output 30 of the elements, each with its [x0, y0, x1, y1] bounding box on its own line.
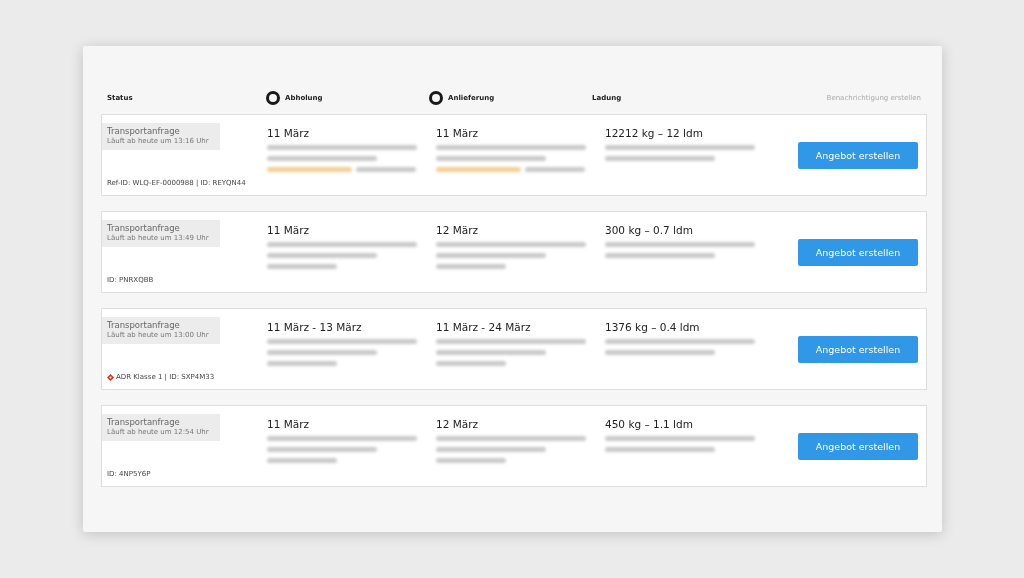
cargo-summary: 450 kg – 1.1 ldm — [605, 418, 694, 430]
date-text: 11 März — [267, 127, 311, 139]
offer-button[interactable]: Angebot erstellen — [798, 432, 918, 460]
redacted-text — [436, 458, 506, 463]
offer-button[interactable]: Angebot erstellen — [798, 335, 918, 363]
date-text: 11 März — [436, 127, 480, 139]
offer-button[interactable]: Angebot erstellen — [798, 238, 918, 266]
status-label: Transportanfrage — [107, 320, 181, 331]
redacted-text — [267, 458, 337, 463]
cargo-summary: 1376 kg – 0.4 ldm — [605, 321, 701, 333]
cargo-summary: 300 kg – 0.7 ldm — [605, 224, 694, 236]
offer-button[interactable]: Angebot erstellen — [798, 141, 918, 169]
date-text: 11 März - 24 März — [436, 321, 532, 333]
redacted-text — [356, 167, 416, 172]
date-text: 12 März — [436, 224, 480, 236]
redacted-text — [267, 264, 337, 269]
redacted-text — [436, 361, 506, 366]
status-label: Transportanfrage — [107, 126, 181, 137]
circle-icon — [429, 91, 443, 105]
redacted-text — [436, 264, 506, 269]
status-label: Transportanfrage — [107, 223, 181, 234]
circle-icon — [266, 91, 280, 105]
status-label: Transportanfrage — [107, 417, 181, 428]
cargo-summary: 12212 kg – 12 ldm — [605, 127, 704, 139]
redacted-text — [267, 361, 337, 366]
date-text: 11 März — [267, 224, 311, 236]
date-text: 11 März - 13 März — [267, 321, 363, 333]
date-text: 11 März — [267, 418, 311, 430]
date-text: 12 März — [436, 418, 480, 430]
redacted-text — [525, 167, 585, 172]
